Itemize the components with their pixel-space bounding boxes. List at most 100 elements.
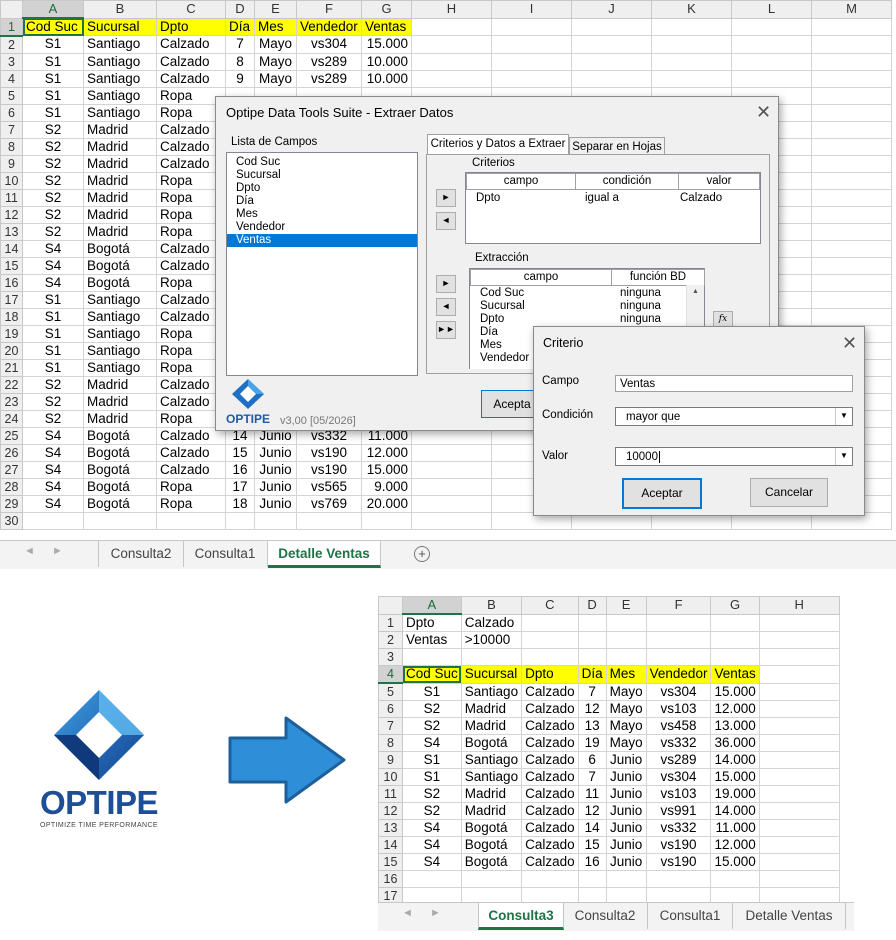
table-cell[interactable]: vs769 bbox=[296, 494, 362, 513]
table-cell[interactable]: S4 bbox=[22, 477, 84, 496]
add-sheet-icon[interactable]: + bbox=[414, 546, 430, 562]
scroll-right-icon[interactable]: ► bbox=[430, 907, 441, 919]
table-cell[interactable]: S2 bbox=[402, 700, 462, 718]
table-cell[interactable]: Calzado bbox=[521, 734, 579, 752]
tab-consulta1[interactable]: Consulta1 bbox=[648, 903, 733, 929]
row-header[interactable]: 28 bbox=[0, 477, 23, 496]
close-icon[interactable]: ✕ bbox=[756, 103, 771, 121]
table-cell[interactable]: Madrid bbox=[83, 205, 157, 224]
table-cell[interactable] bbox=[758, 836, 840, 854]
table-cell[interactable] bbox=[651, 52, 732, 71]
table-cell[interactable]: S1 bbox=[22, 52, 84, 71]
table-cell[interactable]: Santiago bbox=[460, 751, 523, 769]
table-cell[interactable]: Vendedor bbox=[645, 665, 712, 684]
table-cell[interactable]: vs304 bbox=[645, 682, 712, 701]
table-cell[interactable]: S4 bbox=[22, 460, 84, 479]
table-cell[interactable]: S4 bbox=[22, 443, 84, 462]
table-cell[interactable] bbox=[254, 511, 297, 530]
table-cell[interactable]: Junio bbox=[605, 819, 647, 837]
table-cell[interactable] bbox=[651, 17, 732, 36]
table-cell[interactable] bbox=[460, 887, 523, 902]
row-header[interactable]: 2 bbox=[0, 35, 23, 54]
column-header[interactable]: F bbox=[645, 596, 712, 615]
table-cell[interactable] bbox=[411, 69, 492, 88]
table-cell[interactable]: 7 bbox=[577, 768, 607, 786]
table-cell[interactable]: Santiago bbox=[83, 341, 157, 360]
table-cell[interactable] bbox=[651, 69, 732, 88]
fields-listbox[interactable]: Cod Suc Sucursal Dpto Día Mes Vendedor V… bbox=[226, 152, 418, 376]
table-cell[interactable]: Bogotá bbox=[83, 426, 157, 445]
table-cell[interactable]: Madrid bbox=[83, 188, 157, 207]
table-cell[interactable]: S4 bbox=[22, 256, 84, 275]
table-cell[interactable]: S1 bbox=[402, 682, 462, 701]
table-cell[interactable]: S1 bbox=[22, 69, 84, 88]
row-header[interactable]: 1 bbox=[378, 613, 403, 632]
row-header[interactable]: 5 bbox=[378, 682, 403, 701]
row-header[interactable]: 20 bbox=[0, 341, 23, 360]
table-cell[interactable] bbox=[758, 631, 840, 649]
scroll-left-icon[interactable]: ◄ bbox=[24, 545, 35, 557]
table-cell[interactable] bbox=[645, 648, 712, 666]
table-cell[interactable]: Junio bbox=[254, 494, 297, 513]
table-cell[interactable] bbox=[811, 273, 892, 292]
table-cell[interactable] bbox=[521, 870, 579, 888]
row-header[interactable]: 24 bbox=[0, 409, 23, 428]
table-cell[interactable]: vs103 bbox=[645, 700, 712, 718]
table-cell[interactable]: 15.000 bbox=[361, 35, 412, 54]
table-cell[interactable]: Madrid bbox=[83, 137, 157, 156]
valor-combobox[interactable]: 10000 ▼ bbox=[615, 447, 853, 466]
table-cell[interactable]: S2 bbox=[22, 375, 84, 394]
row-header[interactable]: 1 bbox=[0, 17, 23, 37]
table-cell[interactable] bbox=[710, 870, 760, 888]
column-header[interactable]: D bbox=[577, 596, 607, 615]
column-header[interactable]: C bbox=[156, 0, 226, 19]
table-cell[interactable] bbox=[577, 887, 607, 902]
column-header[interactable]: B bbox=[83, 0, 157, 19]
remove-extraction-button[interactable]: ◄ bbox=[436, 298, 456, 316]
column-header[interactable]: E bbox=[254, 0, 297, 19]
table-cell[interactable] bbox=[491, 69, 572, 88]
table-cell[interactable]: Junio bbox=[254, 477, 297, 496]
table-cell[interactable]: Santiago bbox=[83, 35, 157, 54]
row-header[interactable]: 5 bbox=[0, 86, 23, 105]
table-cell[interactable]: 7 bbox=[577, 682, 607, 701]
table-cell[interactable]: Santiago bbox=[460, 768, 523, 786]
table-cell[interactable]: Madrid bbox=[83, 154, 157, 173]
tab-criteria[interactable]: Criterios y Datos a Extraer bbox=[427, 134, 569, 155]
table-cell[interactable]: vs190 bbox=[645, 836, 712, 854]
table-cell[interactable]: Calzado bbox=[156, 35, 226, 54]
criteria-row-condicion[interactable]: igual a bbox=[585, 192, 619, 204]
row-header[interactable]: 4 bbox=[0, 69, 23, 88]
table-cell[interactable]: vs304 bbox=[645, 768, 712, 786]
table-cell[interactable]: Junio bbox=[605, 853, 647, 871]
table-cell[interactable] bbox=[758, 700, 840, 718]
table-cell[interactable] bbox=[811, 17, 892, 36]
criteria-row-campo[interactable]: Dpto bbox=[476, 192, 500, 204]
extraction-row-campo[interactable]: Sucursal bbox=[480, 300, 525, 312]
column-header[interactable]: M bbox=[811, 0, 892, 19]
table-cell[interactable]: S4 bbox=[402, 836, 462, 854]
table-cell[interactable] bbox=[710, 648, 760, 666]
row-header[interactable]: 7 bbox=[378, 717, 403, 735]
table-cell[interactable] bbox=[645, 870, 712, 888]
table-cell[interactable]: Calzado bbox=[521, 717, 579, 735]
table-cell[interactable]: 17 bbox=[225, 477, 255, 496]
column-header[interactable]: J bbox=[571, 0, 652, 19]
row-header[interactable]: 8 bbox=[0, 137, 23, 156]
table-cell[interactable]: 14 bbox=[577, 819, 607, 837]
table-cell[interactable] bbox=[577, 631, 607, 649]
row-header[interactable]: 29 bbox=[0, 494, 23, 513]
table-cell[interactable]: vs289 bbox=[296, 52, 362, 71]
table-cell[interactable]: Junio bbox=[605, 768, 647, 786]
table-cell[interactable]: S2 bbox=[402, 802, 462, 820]
row-header[interactable]: 9 bbox=[378, 751, 403, 769]
column-header[interactable]: E bbox=[605, 596, 647, 615]
table-cell[interactable]: Bogotá bbox=[83, 494, 157, 513]
tab-consulta2[interactable]: Consulta2 bbox=[98, 541, 184, 567]
table-cell[interactable]: Dpto bbox=[402, 613, 462, 632]
row-header[interactable]: 30 bbox=[0, 511, 23, 530]
table-cell[interactable]: Sucursal bbox=[83, 17, 157, 36]
table-cell[interactable] bbox=[758, 682, 840, 701]
table-cell[interactable] bbox=[758, 768, 840, 786]
table-cell[interactable]: Madrid bbox=[83, 171, 157, 190]
